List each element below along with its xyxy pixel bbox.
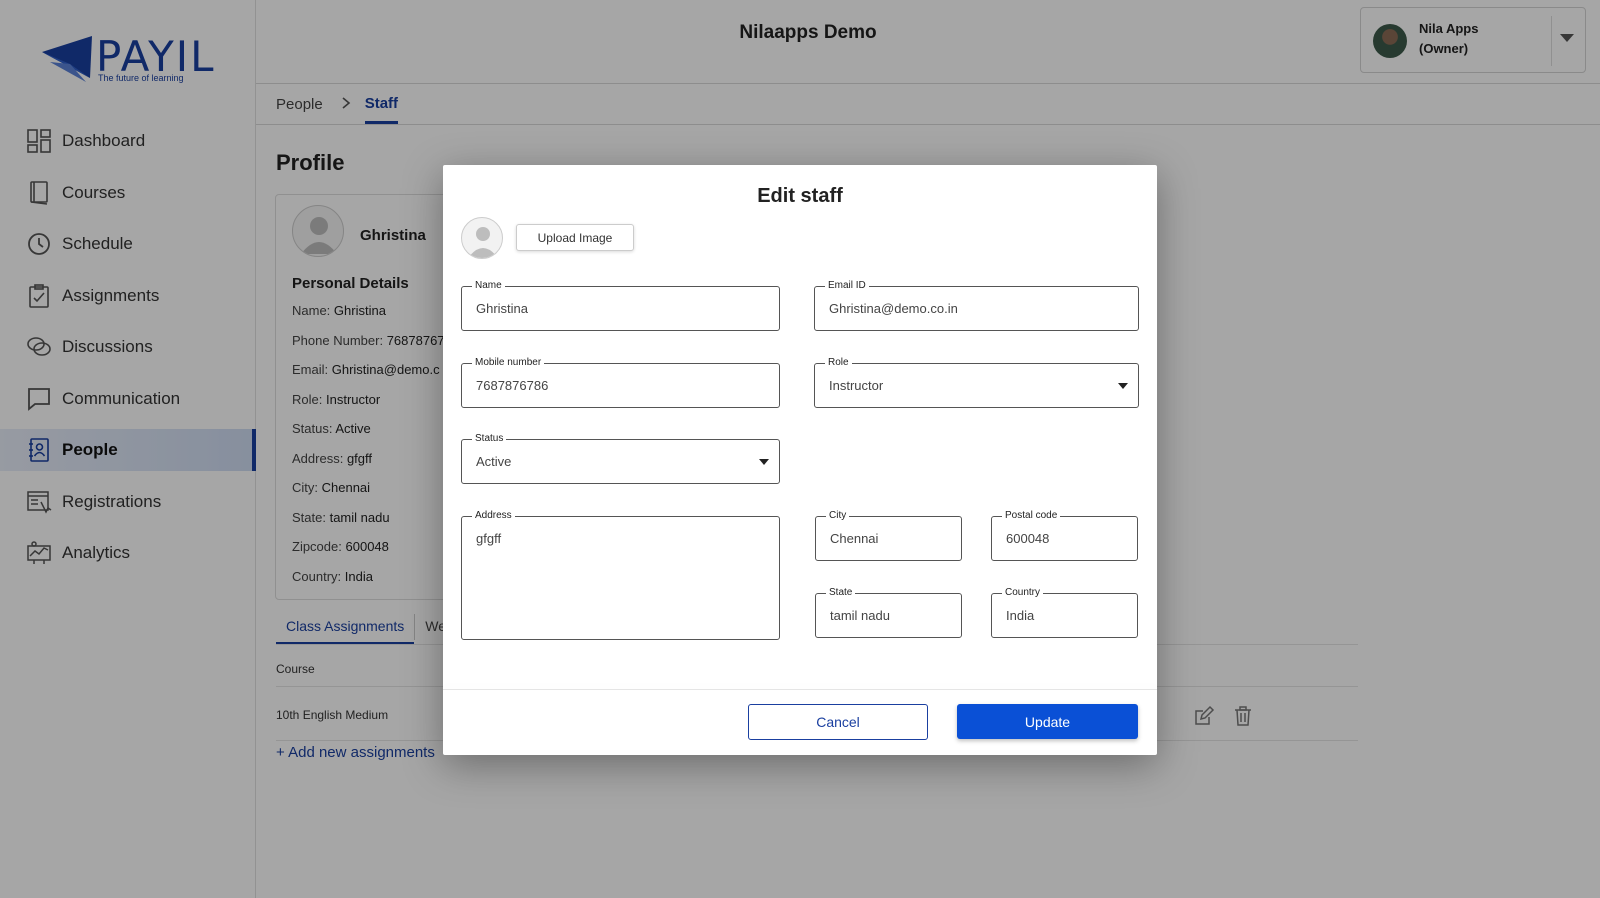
dialog-title: Edit staff [757,185,843,207]
email-field[interactable]: Email ID Ghristina@demo.co.in [814,279,1139,331]
dropdown-arrow-icon [1118,383,1128,389]
name-field[interactable]: Name Ghristina [461,279,780,331]
status-select[interactable]: Status Active [461,432,780,484]
upload-image-button[interactable]: Upload Image [516,224,634,251]
postal-code-field[interactable]: Postal code 600048 [991,509,1138,561]
staff-avatar-icon [461,217,503,259]
edit-staff-dialog: Edit staff Upload Image Name Ghristina E… [443,165,1157,755]
mobile-number-field[interactable]: Mobile number 7687876786 [461,356,780,408]
city-field[interactable]: City Chennai [815,509,962,561]
cancel-button[interactable]: Cancel [748,704,928,740]
address-textarea[interactable]: Address gfgff [461,509,780,640]
state-field[interactable]: State tamil nadu [815,586,962,638]
role-select[interactable]: Role Instructor [814,356,1139,408]
dropdown-arrow-icon [759,459,769,465]
update-button[interactable]: Update [957,704,1138,739]
country-field[interactable]: Country India [991,586,1138,638]
dialog-footer-divider [443,689,1157,690]
